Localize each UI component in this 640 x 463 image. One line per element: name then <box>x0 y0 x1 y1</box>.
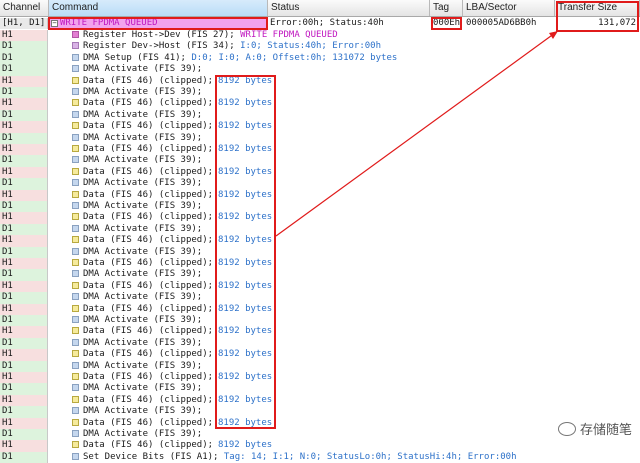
yellow-square-icon <box>72 441 79 449</box>
command-cell: Set Device Bits (FIS A1); Tag: 14; I:1; … <box>72 452 517 463</box>
arrow-line <box>275 32 556 237</box>
watermark-text: 存储随笔 <box>579 423 632 438</box>
channel-cell: D1 <box>0 451 48 463</box>
chat-bubble-icon <box>557 421 576 436</box>
fis-detail: 8192 bytes <box>218 440 273 451</box>
watermark: 存储随笔 <box>557 419 632 438</box>
fis-detail: Tag: 14; I:1; N:0; StatusLo:0h; StatusHi… <box>223 451 517 462</box>
fis-label: Data (FIS 46) (clipped); <box>83 440 214 451</box>
blue-square-icon <box>72 452 79 460</box>
command-cell: Data (FIS 46) (clipped); 8192 bytes <box>72 440 272 451</box>
table-row[interactable]: H1 Data (FIS 46) (clipped); 8192 bytes <box>0 440 640 452</box>
arrow-head <box>549 31 558 39</box>
channel-cell: H1 <box>0 440 48 452</box>
fis-label: Set Device Bits (FIS A1); <box>83 451 224 462</box>
annotation-arrow <box>275 31 558 237</box>
table-row[interactable]: D1 Set Device Bits (FIS A1); Tag: 14; I:1… <box>0 451 640 463</box>
